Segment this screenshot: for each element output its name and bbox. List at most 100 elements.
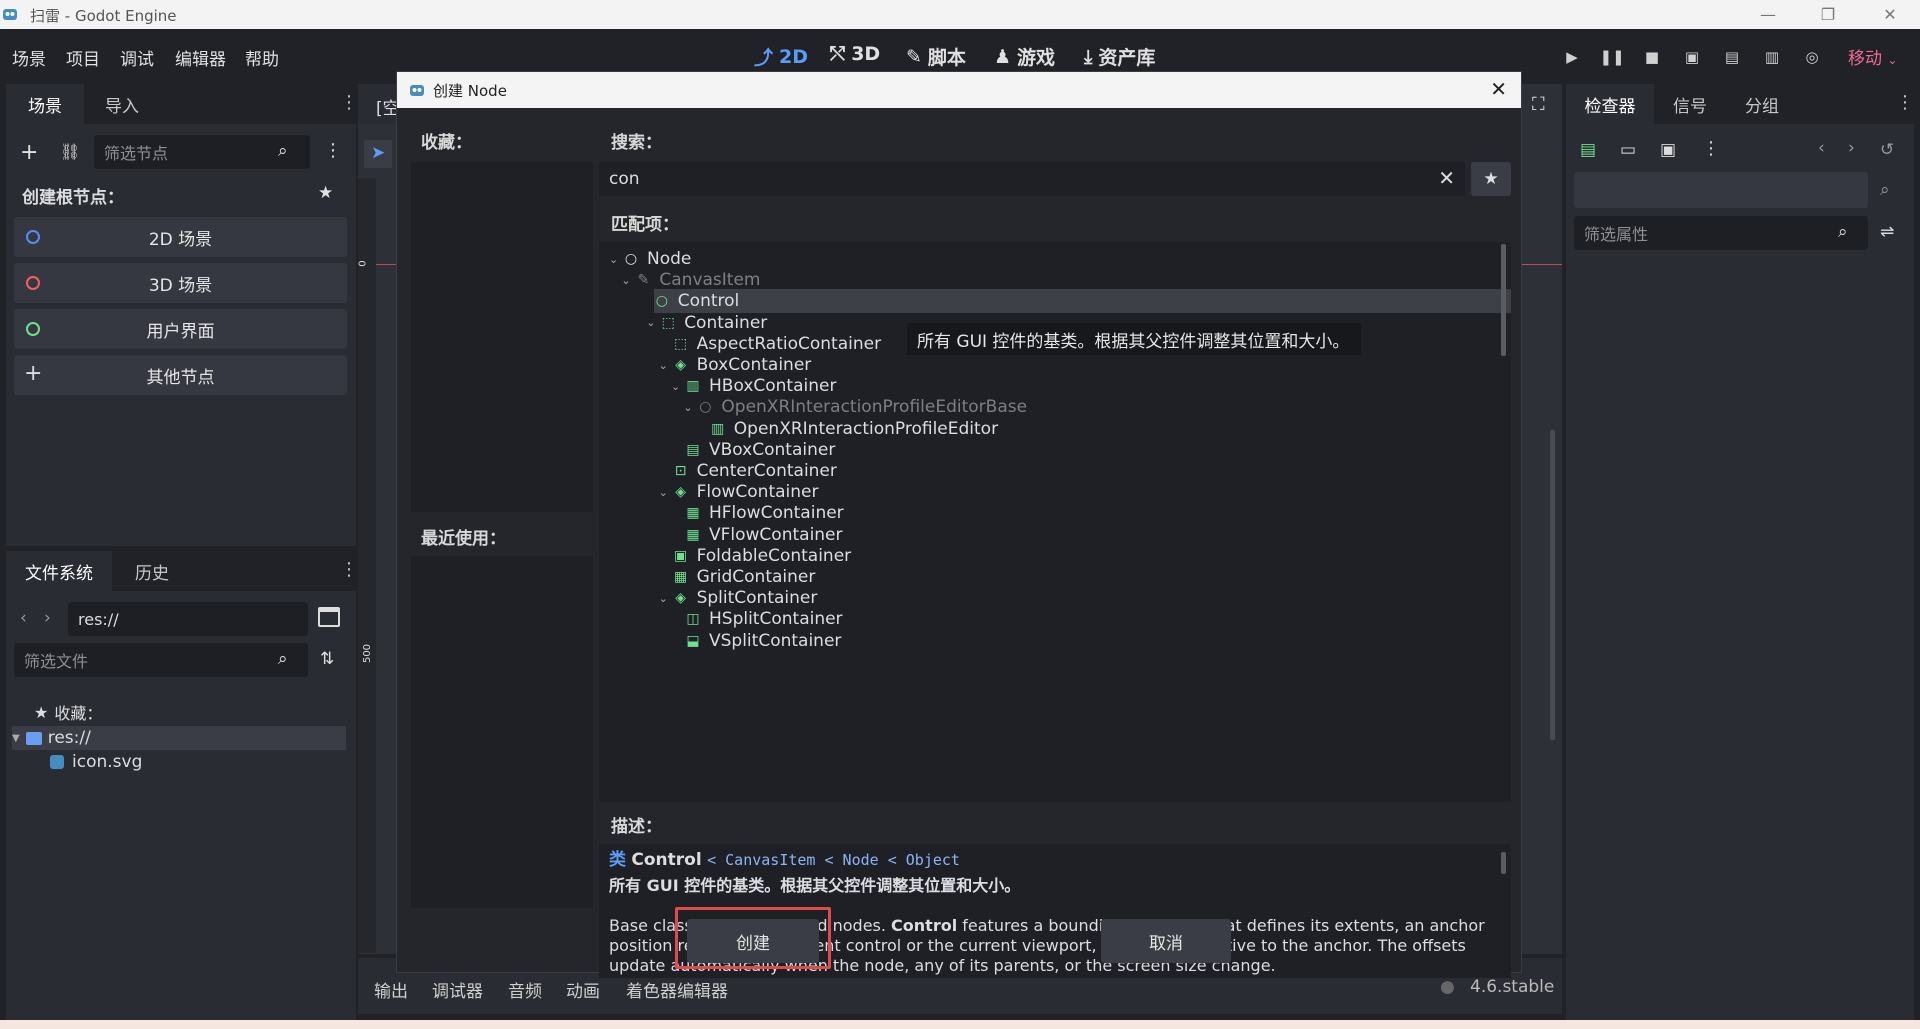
tree-item-label: VFlowContainer bbox=[709, 524, 843, 545]
menu-debug[interactable]: 调试 bbox=[120, 45, 154, 70]
description-scrollbar[interactable] bbox=[1501, 852, 1506, 874]
tooltip: 所有 GUI 控件的基类。根据其父控件调整其位置和大小。 bbox=[907, 323, 1361, 355]
tree-item-control[interactable]: ⌄○Control bbox=[653, 289, 1511, 314]
tab-import[interactable]: 导入 bbox=[84, 84, 160, 124]
chevron-down-icon[interactable]: ⌄ bbox=[671, 380, 685, 393]
cancel-button[interactable]: 取消 bbox=[1101, 919, 1231, 963]
kebab-menu-icon[interactable]: ⋮ bbox=[324, 140, 342, 161]
root-3d-scene-button[interactable]: 3D 场景 bbox=[14, 263, 347, 303]
link-icon[interactable]: ⛓ bbox=[60, 142, 80, 161]
menu-editor[interactable]: 编辑器 bbox=[175, 45, 226, 70]
play-custom-scene-icon[interactable]: ▥ bbox=[1762, 47, 1782, 67]
res-root-row[interactable]: ▼ res:// bbox=[12, 726, 346, 750]
menu-project[interactable]: 项目 bbox=[66, 45, 100, 70]
tab-scene[interactable]: 场景 bbox=[6, 84, 84, 124]
remote-debug-icon[interactable]: ▣ bbox=[1682, 47, 1702, 67]
workspace-assetlib[interactable]: ⤓ 资产库 bbox=[1084, 43, 1155, 70]
forward-icon[interactable]: › bbox=[44, 608, 51, 628]
menu-help[interactable]: 帮助 bbox=[245, 45, 279, 70]
movie-maker-icon[interactable]: ◎ bbox=[1802, 47, 1822, 67]
history-forward-icon[interactable]: › bbox=[1848, 138, 1855, 158]
grid-icon: ▦ bbox=[673, 569, 688, 585]
save-icon[interactable]: ▣ bbox=[1660, 140, 1676, 160]
back-icon[interactable]: ‹ bbox=[20, 608, 27, 628]
node3d-icon bbox=[26, 276, 40, 290]
folder-icon bbox=[25, 731, 42, 745]
root-other-node-button[interactable]: + 其他节点 bbox=[14, 355, 347, 395]
clear-icon[interactable]: ✕ bbox=[1438, 166, 1455, 190]
new-resource-icon[interactable]: ▤ bbox=[1580, 140, 1596, 160]
stop-icon[interactable]: ■ bbox=[1642, 47, 1662, 67]
renderer-select[interactable]: 移动 ⌄ bbox=[1848, 44, 1897, 69]
matches-label: 匹配项： bbox=[611, 215, 679, 235]
axis-line bbox=[1522, 264, 1562, 265]
bottom-tab-shader-editor[interactable]: 着色器编辑器 bbox=[626, 977, 728, 1002]
file-row[interactable]: icon.svg bbox=[50, 752, 142, 772]
version-label[interactable]: 4.6.stable bbox=[1470, 977, 1554, 997]
history-back-icon[interactable]: ‹ bbox=[1818, 138, 1825, 158]
viewport-scrollbar[interactable] bbox=[1550, 430, 1555, 740]
open-folder-icon[interactable]: ▭ bbox=[1620, 140, 1636, 160]
kebab-menu-icon[interactable]: ⋮ bbox=[1702, 138, 1720, 159]
play-scene-icon[interactable]: ▤ bbox=[1722, 47, 1742, 67]
inherits-chain[interactable]: < CanvasItem < Node < Object bbox=[707, 851, 960, 869]
editor-tab[interactable]: [空 bbox=[358, 84, 400, 124]
chevron-down-icon[interactable]: ⌄ bbox=[646, 316, 660, 329]
control-icon: ○ bbox=[655, 293, 668, 310]
tree-scrollbar[interactable] bbox=[1501, 244, 1506, 356]
search-input[interactable]: con ✕ bbox=[599, 162, 1465, 196]
fullscreen-icon[interactable]: ⛶ bbox=[1532, 94, 1545, 115]
path-input[interactable]: res:// bbox=[68, 602, 308, 636]
filter-settings-icon[interactable]: ⇌ bbox=[1880, 222, 1894, 242]
root-ui-button[interactable]: 用户界面 bbox=[14, 309, 347, 349]
workspace-2d[interactable]: ⤴ 2D bbox=[754, 43, 808, 70]
bottom-tab-output[interactable]: 输出 bbox=[374, 977, 408, 1002]
property-filter-input[interactable]: 筛选属性 bbox=[1574, 216, 1868, 250]
history-icon[interactable]: ↺ bbox=[1880, 140, 1894, 160]
split-view-icon[interactable] bbox=[318, 607, 340, 627]
workspace-3d[interactable]: ⤲ 3D bbox=[830, 43, 880, 65]
workspace-script[interactable]: ✎ 脚本 bbox=[906, 43, 966, 70]
favorite-button[interactable]: ★ bbox=[1471, 162, 1511, 196]
close-icon[interactable]: ✕ bbox=[1490, 77, 1507, 101]
recent-list[interactable] bbox=[411, 556, 593, 908]
bottom-tab-animation[interactable]: 动画 bbox=[566, 977, 600, 1002]
boxcontainer-icon: ◈ bbox=[675, 357, 686, 373]
chevron-down-icon[interactable]: ⌄ bbox=[609, 253, 623, 266]
kebab-menu-icon[interactable]: ⋮ bbox=[1896, 92, 1914, 113]
play-icon[interactable]: ▶ bbox=[1562, 47, 1582, 67]
select-tool-icon[interactable]: ➤ bbox=[364, 140, 392, 168]
tree-item-label: FoldableContainer bbox=[696, 545, 852, 566]
minimize-button[interactable]: — bbox=[1740, 0, 1796, 29]
tab-inspector[interactable]: 检查器 bbox=[1566, 84, 1654, 124]
chevron-down-icon[interactable]: ⌄ bbox=[659, 592, 673, 605]
kebab-menu-icon[interactable]: ⋮ bbox=[340, 92, 358, 113]
favorite-star-icon[interactable]: ★ bbox=[318, 183, 333, 203]
menu-scene[interactable]: 场景 bbox=[12, 45, 46, 70]
chevron-down-icon[interactable]: ⌄ bbox=[621, 274, 635, 287]
file-filter-input[interactable]: 筛选文件 bbox=[14, 643, 308, 677]
object-selector[interactable] bbox=[1574, 172, 1868, 208]
tab-history[interactable]: 历史 bbox=[112, 551, 192, 591]
close-window-button[interactable]: ✕ bbox=[1862, 0, 1918, 29]
favorites-list[interactable] bbox=[411, 162, 593, 512]
tab-signals[interactable]: 信号 bbox=[1654, 84, 1726, 124]
bottom-tab-debugger[interactable]: 调试器 bbox=[432, 977, 483, 1002]
tree-item-label: Control bbox=[677, 291, 740, 312]
chevron-down-icon[interactable]: ⌄ bbox=[683, 401, 697, 414]
chevron-down-icon[interactable]: ⌄ bbox=[659, 486, 673, 499]
object-search-icon[interactable]: ⌕ bbox=[1880, 180, 1890, 200]
add-node-icon[interactable]: + bbox=[20, 140, 38, 165]
favorites-row[interactable]: ★ 收藏： bbox=[34, 700, 102, 724]
sort-icon[interactable]: ⇅ bbox=[320, 649, 334, 669]
kebab-menu-icon[interactable]: ⋮ bbox=[340, 559, 358, 580]
chevron-down-icon[interactable]: ⌄ bbox=[659, 359, 673, 372]
tree-item-vsplitcontainer[interactable]: ⬓ VSplitContainer bbox=[671, 629, 841, 653]
pause-icon[interactable]: ❚❚ bbox=[1599, 47, 1624, 67]
workspace-game[interactable]: ♟ 游戏 bbox=[994, 43, 1055, 70]
tab-groups[interactable]: 分组 bbox=[1726, 84, 1798, 124]
root-2d-scene-button[interactable]: 2D 场景 bbox=[14, 217, 347, 257]
bottom-tab-audio[interactable]: 音频 bbox=[508, 977, 542, 1002]
maximize-button[interactable]: ❐ bbox=[1800, 0, 1856, 29]
tab-filesystem[interactable]: 文件系统 bbox=[6, 551, 112, 591]
